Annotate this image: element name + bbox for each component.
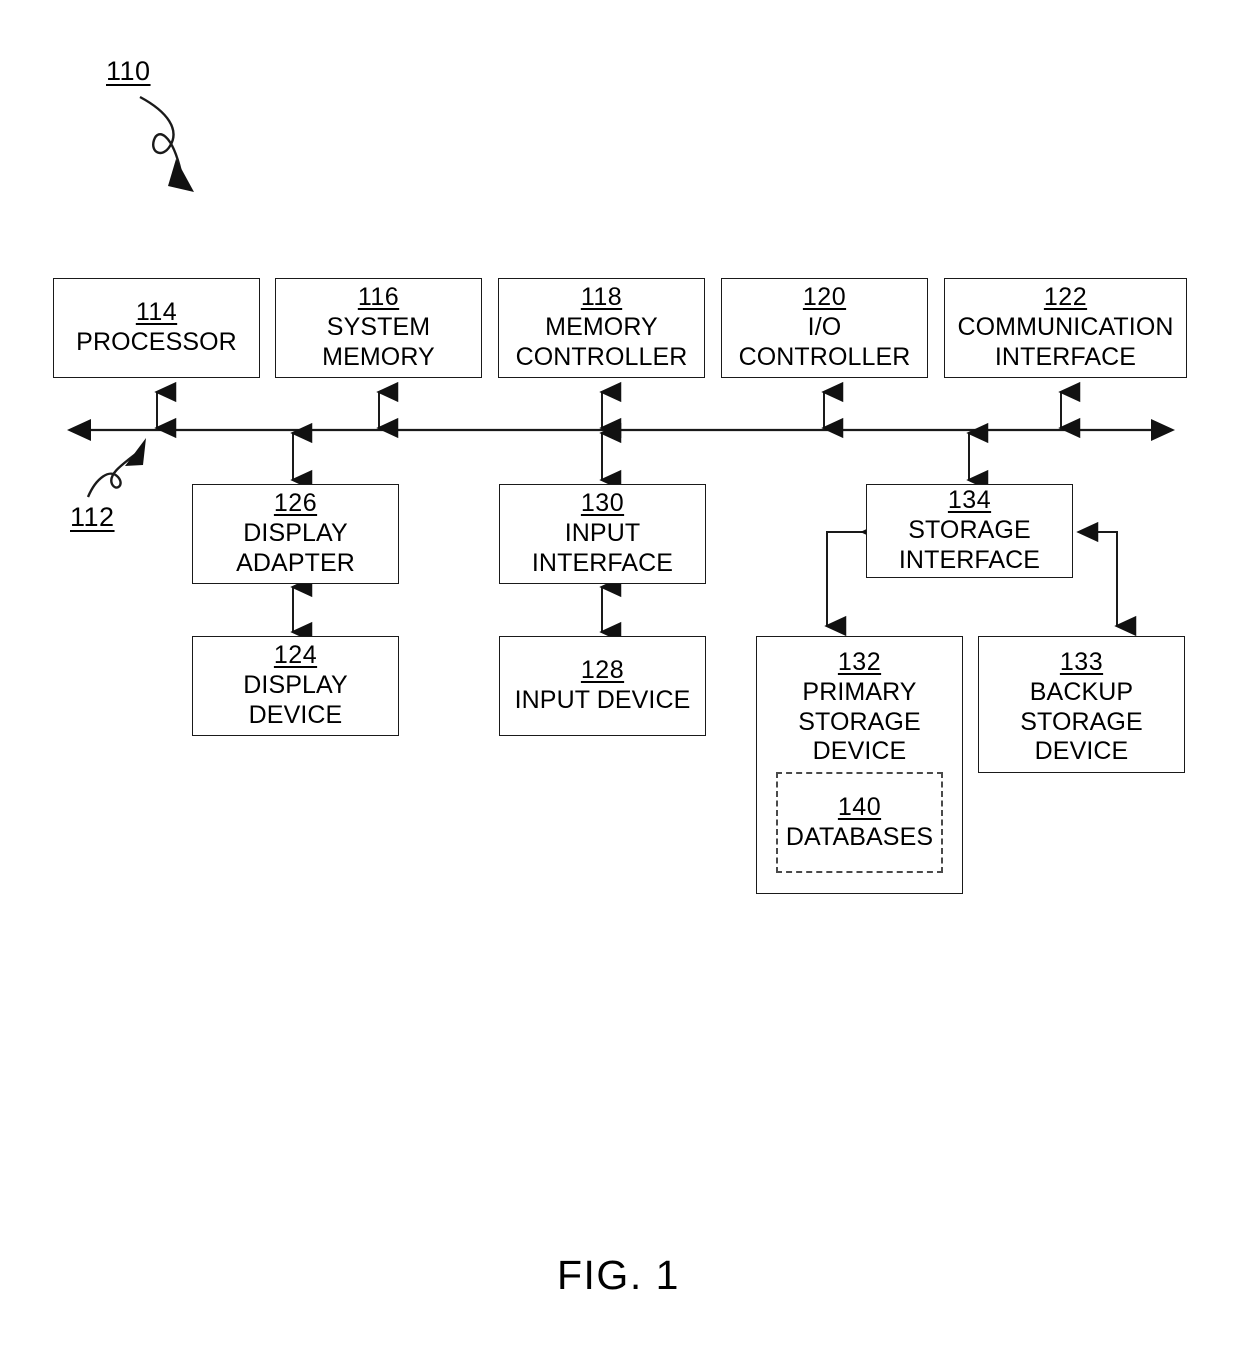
node-input-device[interactable]: 128 INPUT DEVICE xyxy=(499,636,706,736)
node-backup-storage-device-ref: 133 xyxy=(1059,648,1104,676)
node-input-device-label: INPUT DEVICE xyxy=(514,686,691,714)
system-leader-arrow xyxy=(139,95,194,192)
node-input-interface-label: INPUT INTERFACE xyxy=(531,519,674,577)
node-display-device-ref: 124 xyxy=(273,641,318,670)
node-backup-storage-device-label: BACKUP STORAGE DEVICE xyxy=(1020,677,1143,766)
figure-caption: FIG. 1 xyxy=(557,1252,680,1298)
node-input-device-ref: 128 xyxy=(580,656,625,685)
system-ref-tag: 110 xyxy=(106,56,151,86)
figure-canvas: 110 112 114 PROCESSOR 116 SYSTEM MEMORY … xyxy=(0,0,1240,1358)
node-primary-storage-device-ref: 132 xyxy=(837,648,882,676)
node-memory-controller-ref: 118 xyxy=(580,283,623,312)
node-memory-controller-label: MEMORY CONTROLLER xyxy=(515,313,688,371)
node-backup-storage-device[interactable]: 133 BACKUP STORAGE DEVICE xyxy=(978,636,1185,773)
node-io-controller-label: I/O CONTROLLER xyxy=(738,313,911,371)
node-io-controller[interactable]: 120 I/O CONTROLLER xyxy=(721,278,928,378)
node-processor-ref: 114 xyxy=(135,298,178,327)
node-display-adapter-ref: 126 xyxy=(273,489,318,518)
node-storage-interface-ref: 134 xyxy=(947,486,992,515)
node-system-memory[interactable]: 116 SYSTEM MEMORY xyxy=(275,278,482,378)
node-processor-label: PROCESSOR xyxy=(76,328,237,356)
node-memory-controller[interactable]: 118 MEMORY CONTROLLER xyxy=(498,278,705,378)
node-primary-storage-device-label: PRIMARY STORAGE DEVICE xyxy=(798,677,921,766)
link-storage-interface-primary xyxy=(824,521,883,637)
node-storage-interface[interactable]: 134 STORAGE INTERFACE xyxy=(866,484,1073,578)
node-communication-interface[interactable]: 122 COMMUNICATION INTERFACE xyxy=(944,278,1187,378)
node-display-adapter[interactable]: 126 DISPLAY ADAPTER xyxy=(192,484,399,584)
node-io-controller-ref: 120 xyxy=(802,283,847,312)
node-processor[interactable]: 114 PROCESSOR xyxy=(53,278,260,378)
node-display-adapter-label: DISPLAY ADAPTER xyxy=(236,519,355,577)
node-system-memory-label: SYSTEM MEMORY xyxy=(322,313,435,371)
bus-leader-arrow xyxy=(86,438,146,498)
link-storage-interface-backup xyxy=(1076,521,1137,637)
node-databases-ref: 140 xyxy=(837,792,882,821)
node-storage-interface-label: STORAGE INTERFACE xyxy=(898,516,1041,574)
node-system-memory-ref: 116 xyxy=(357,283,400,312)
node-display-device-label: DISPLAY DEVICE xyxy=(243,671,348,729)
node-input-interface-ref: 130 xyxy=(580,489,625,518)
node-communication-interface-label: COMMUNICATION INTERFACE xyxy=(957,313,1174,371)
bus-ref-tag: 112 xyxy=(70,502,115,532)
node-databases-label: DATABASES xyxy=(785,822,934,851)
node-input-interface[interactable]: 130 INPUT INTERFACE xyxy=(499,484,706,584)
node-communication-interface-ref: 122 xyxy=(1043,283,1088,312)
node-databases[interactable]: 140 DATABASES xyxy=(776,772,943,873)
node-display-device[interactable]: 124 DISPLAY DEVICE xyxy=(192,636,399,736)
